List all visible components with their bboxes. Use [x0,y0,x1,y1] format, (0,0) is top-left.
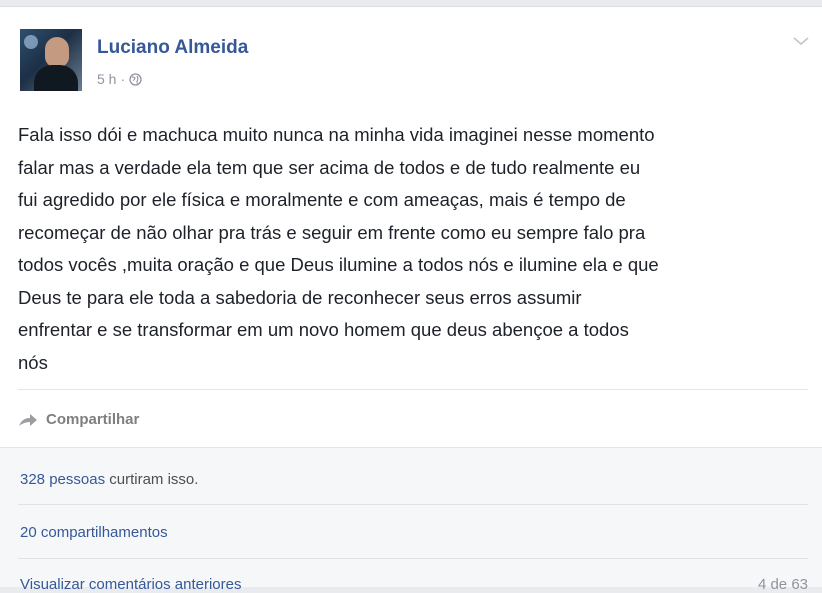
likes-suffix: curtiram isso. [109,471,199,488]
post-text-line: nós [18,351,48,373]
post-text-line: Fala isso dói e machuca muito nunca na m… [18,124,655,145]
post-card: Luciano Almeida 5 h · Fala isso dói e mac… [0,6,822,593]
post-text: Fala isso dói e machuca muito nunca na m… [18,119,808,379]
avatar[interactable] [20,29,82,91]
actions-divider [18,389,808,390]
post-text-line: falar mas a verdade ela tem que ser acim… [18,156,641,178]
likes-people-link[interactable]: pessoas [49,471,105,488]
likes-count[interactable]: 328 [20,471,45,488]
shares-link[interactable]: 20 compartilhamentos [20,524,168,541]
time-separator: · [120,71,126,87]
share-label: Compartilhar [46,411,140,428]
post-text-line: fui agredido por ele física e moralmente… [18,189,626,210]
summary-divider [18,504,808,505]
post-text-line: recomeçar de não olhar pra trás e seguir… [18,221,646,243]
share-button[interactable]: Compartilhar [18,411,139,428]
globe-icon[interactable] [129,73,142,86]
avatar-light [24,35,38,49]
summary-divider [18,558,808,559]
post-time[interactable]: 5 h [97,71,116,87]
avatar-body [34,65,78,91]
post-text-line: todos vocês ,muita oração e que Deus ilu… [18,254,659,275]
chevron-down-icon[interactable] [792,35,810,47]
shares-count-label: 20 compartilhamentos [20,524,168,541]
post-meta: 5 h · [97,71,142,87]
author-name[interactable]: Luciano Almeida [97,37,248,59]
post-text-line: Deus te para ele toda a sabedoria de rec… [18,286,582,308]
share-arrow-icon [19,413,37,426]
engagement-summary: 328 pessoas curtiram isso. 20 compartilh… [0,447,822,593]
post-text-line: enfrentar e se transformar em um novo ho… [18,319,629,340]
avatar-head [45,37,69,67]
likes-summary: 328 pessoas curtiram isso. [20,471,198,488]
